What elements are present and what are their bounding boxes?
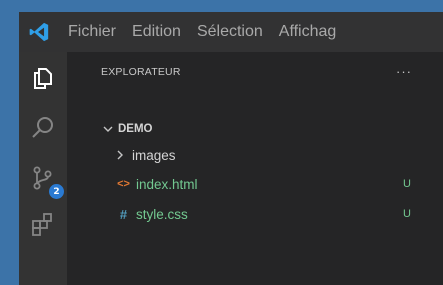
explorer-activity-button[interactable] [19, 56, 67, 104]
folder-root-label: DEMO [118, 123, 153, 135]
title-bar: Fichier Edition Sélection Affichag [19, 12, 443, 52]
more-actions-button[interactable]: ··· [396, 65, 412, 78]
html-file-icon: <> [117, 178, 130, 190]
menu-edition[interactable]: Edition [124, 12, 189, 52]
vscode-window: Fichier Edition Sélection Affichag 2 EXP… [19, 12, 443, 285]
untracked-status: U [403, 178, 411, 190]
explorer-header: EXPLORATEUR ··· [67, 52, 443, 92]
search-icon [30, 115, 56, 146]
desktop-background: Fichier Edition Sélection Affichag 2 EXP… [0, 0, 443, 285]
menu-fichier[interactable]: Fichier [59, 12, 124, 52]
menu-affichage[interactable]: Affichag [271, 12, 345, 52]
untracked-status: U [403, 208, 411, 220]
chevron-right-icon [113, 148, 127, 162]
file-style-css-row[interactable]: # style.css U [67, 203, 443, 225]
file-style-css-label: style.css [136, 206, 188, 222]
css-file-icon: # [119, 206, 128, 222]
changes-count-badge: 2 [49, 184, 64, 199]
folder-root-row[interactable]: DEMO [67, 118, 443, 140]
menu-selection[interactable]: Sélection [189, 12, 271, 52]
files-icon [30, 65, 56, 96]
file-index-html-row[interactable]: <> index.html U [67, 173, 443, 195]
search-activity-button[interactable] [19, 106, 67, 154]
extensions-activity-button[interactable] [19, 202, 67, 250]
file-index-html-label: index.html [136, 176, 198, 192]
folder-images-label: images [132, 147, 176, 163]
vscode-logo-icon[interactable] [19, 12, 59, 52]
source-control-activity-button[interactable]: 2 [19, 156, 67, 204]
chevron-down-icon [101, 122, 115, 136]
folder-images-row[interactable]: images [67, 144, 443, 166]
menu-bar: Fichier Edition Sélection Affichag [59, 12, 344, 52]
explorer-title: EXPLORATEUR [101, 66, 181, 78]
activity-bar: 2 [19, 52, 67, 285]
extensions-icon [30, 211, 56, 242]
explorer-sidebar: EXPLORATEUR ··· DEMO images <> index.htm… [67, 52, 443, 285]
